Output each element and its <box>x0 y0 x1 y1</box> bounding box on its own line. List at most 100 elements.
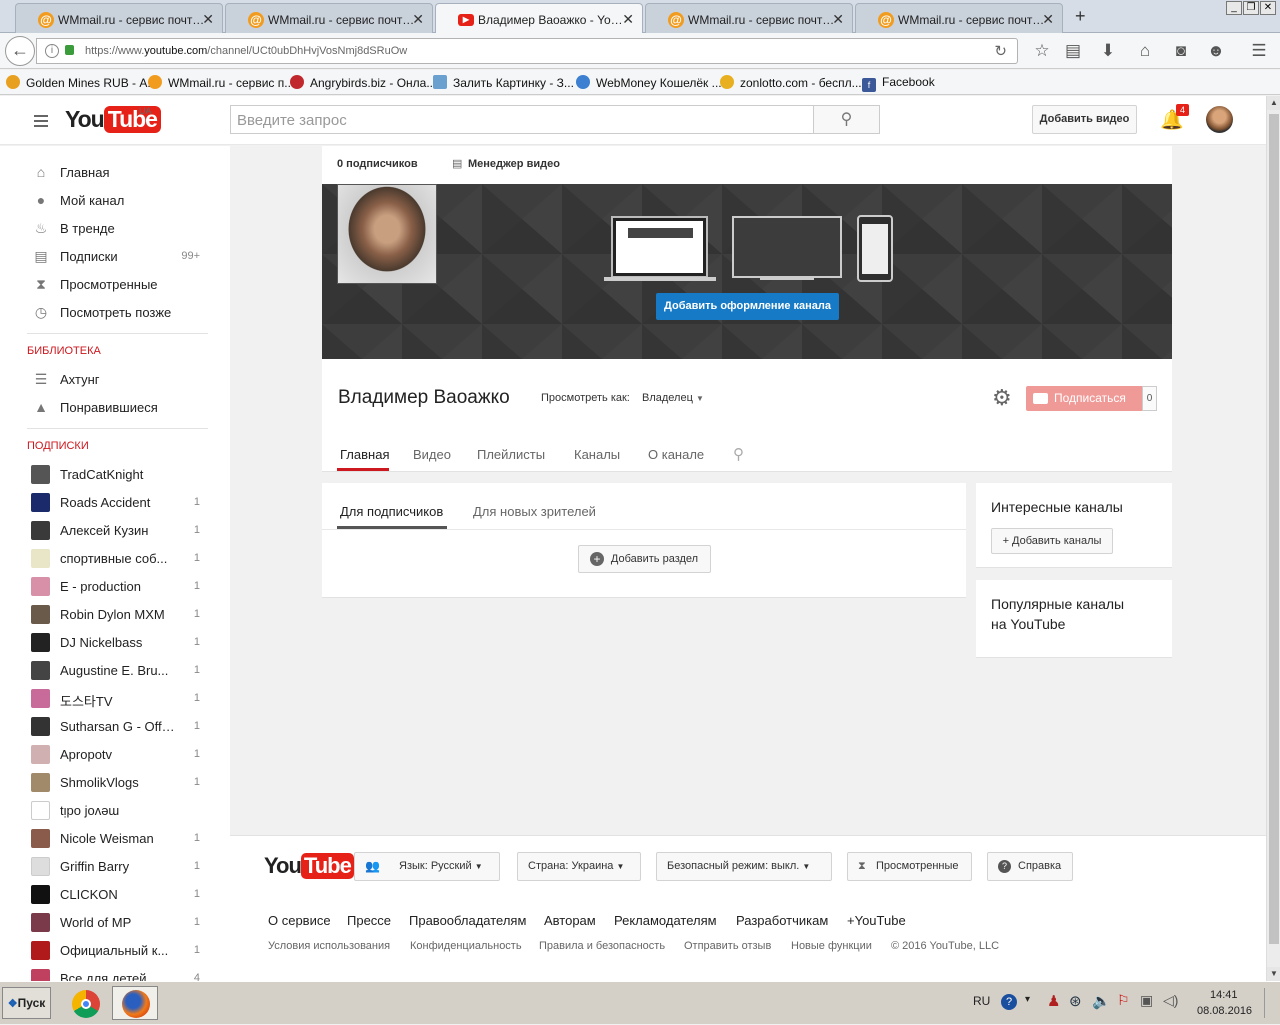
network-icon[interactable]: ▣ <box>1140 992 1153 1009</box>
sidebar-item-subscriptions[interactable]: ▤ Подписки 99+ <box>0 242 230 270</box>
network-warning-icon[interactable]: ⚐ <box>1117 992 1130 1009</box>
footer-link-new-features[interactable]: Новые функции <box>791 940 872 952</box>
reading-list-icon[interactable]: ▤ <box>1062 41 1084 61</box>
sidebar-subscription-item[interactable]: E - production 1 <box>0 572 230 600</box>
sidebar-subscription-item[interactable]: Roads Accident 1 <box>0 488 230 516</box>
language-indicator[interactable]: RU <box>973 994 990 1008</box>
sidebar-subscription-item[interactable]: Алексей Кузин 1 <box>0 516 230 544</box>
footer-link-press[interactable]: Прессе <box>347 913 391 928</box>
search-icon[interactable]: ⚲ <box>733 445 744 463</box>
footer-link-terms[interactable]: Условия использования <box>268 940 390 952</box>
avatar[interactable] <box>1206 106 1233 133</box>
restore-icon[interactable]: ❐ <box>1243 1 1259 15</box>
tab-videos[interactable]: Видео <box>413 447 451 462</box>
show-desktop-button[interactable] <box>1264 988 1276 1018</box>
sidebar-subscription-item[interactable]: Sutharsan G - Offi... 1 <box>0 712 230 740</box>
tray-app-icon[interactable]: ♟ <box>1047 992 1060 1010</box>
channel-avatar[interactable] <box>337 184 437 284</box>
sidebar-item-trending[interactable]: ♨ В тренде <box>0 214 230 242</box>
sidebar-subscription-item[interactable]: ShmolikVlogs 1 <box>0 768 230 796</box>
sidebar-subscription-item[interactable]: DJ Nickelbass 1 <box>0 628 230 656</box>
clock-time[interactable]: 14:41 <box>1210 989 1238 1001</box>
firefox-taskbar-button[interactable] <box>112 986 158 1020</box>
country-dropdown[interactable]: Страна: Украина ▼ <box>517 852 641 881</box>
sidebar-item-playlist[interactable]: ☰ Ахтунг <box>0 365 230 393</box>
sidebar-subscription-item[interactable]: Augustine E. Bru... 1 <box>0 656 230 684</box>
help-icon[interactable]: ? <box>1001 994 1017 1010</box>
sidebar-subscription-item[interactable]: Все для детей 4 <box>0 964 230 981</box>
bookmark-item[interactable]: Golden Mines RUB - А... <box>6 75 157 90</box>
page-scrollbar[interactable]: ▲ ▼ <box>1266 96 1280 981</box>
search-button[interactable]: ⚲ <box>813 105 880 134</box>
subscribe-button[interactable]: Подписаться <box>1026 386 1142 411</box>
browser-tab[interactable]: @ WMmail.ru - сервис почтовы... ✕ <box>15 3 223 33</box>
add-channels-button[interactable]: + Добавить каналы <box>991 528 1113 554</box>
footer-link-developers[interactable]: Разработчикам <box>736 913 828 928</box>
tab-for-subscribers[interactable]: Для подписчиков <box>340 504 443 519</box>
bookmark-item[interactable]: Angrybirds.biz - Онла... <box>290 75 436 90</box>
youtube-logo[interactable]: You Tube UA <box>65 106 161 133</box>
sidebar-item-watch-later[interactable]: ◷ Посмотреть позже <box>0 298 230 326</box>
start-button[interactable]: ❖Пуск <box>2 987 51 1019</box>
star-icon[interactable]: ☆ <box>1031 41 1053 61</box>
bookmark-item[interactable]: zonlotto.com - беспл... <box>720 75 862 90</box>
library-heading[interactable]: БИБЛИОТЕКА <box>27 345 101 357</box>
footer-link-policy[interactable]: Правила и безопасность <box>539 940 665 952</box>
steam-icon[interactable]: ⊛ <box>1069 992 1082 1010</box>
sidebar-subscription-item[interactable]: Robin Dylon MXM 1 <box>0 600 230 628</box>
video-manager-link[interactable]: Менеджер видео <box>468 158 560 170</box>
reload-icon[interactable]: ↻ <box>994 42 1007 60</box>
sidebar-subscription-item[interactable]: Apropotv 1 <box>0 740 230 768</box>
home-icon[interactable]: ⌂ <box>1134 41 1156 61</box>
volume-icon[interactable]: 🔈 <box>1092 992 1111 1010</box>
sidebar-item-history[interactable]: ⧗ Просмотренные <box>0 270 230 298</box>
browser-tab[interactable]: @ WMmail.ru - сервис почтовы... ✕ <box>855 3 1063 33</box>
minimize-icon[interactable]: _ <box>1226 1 1242 15</box>
add-section-button[interactable]: + Добавить раздел <box>578 545 711 573</box>
download-icon[interactable]: ⬇ <box>1097 41 1119 61</box>
browser-tab[interactable]: @ WMmail.ru - сервис почтовы... ✕ <box>225 3 433 33</box>
sidebar-subscription-item[interactable]: Официальный к... 1 <box>0 936 230 964</box>
sidebar-subscription-item[interactable]: World of MP 1 <box>0 908 230 936</box>
footer-link-about[interactable]: О сервисе <box>268 913 331 928</box>
subscriptions-heading[interactable]: ПОДПИСКИ <box>27 440 89 452</box>
close-icon[interactable]: ✕ <box>832 11 844 28</box>
tab-for-new-viewers[interactable]: Для новых зрителей <box>473 504 596 519</box>
search-input[interactable]: Введите запрос <box>230 105 814 134</box>
sidebar-item-liked[interactable]: ▲ Понравившиеся <box>0 393 230 421</box>
footer-link-privacy[interactable]: Конфиденциальность <box>410 940 522 952</box>
view-as-dropdown[interactable]: Владелец ▼ <box>642 392 704 404</box>
scrollbar-thumb[interactable] <box>1269 114 1279 944</box>
footer-link-advertise[interactable]: Рекламодателям <box>614 913 717 928</box>
popular-channels-title[interactable]: Популярные каналы <box>991 596 1124 612</box>
tab-playlists[interactable]: Плейлисты <box>477 447 545 462</box>
footer-link-creators[interactable]: Авторам <box>544 913 596 928</box>
language-dropdown[interactable]: 👥 Язык: Русский ▼ <box>354 852 500 881</box>
chat-icon[interactable]: ☻ <box>1205 41 1227 61</box>
sidebar-subscription-item[interactable]: Nicole Weisman 1 <box>0 824 230 852</box>
clock-date[interactable]: 08.08.2016 <box>1197 1005 1252 1017</box>
footer-link-feedback[interactable]: Отправить отзыв <box>684 940 771 952</box>
chrome-taskbar-button[interactable] <box>62 986 108 1020</box>
sidebar-subscription-item[interactable]: Griffin Barry 1 <box>0 852 230 880</box>
gear-icon[interactable]: ⚙ <box>992 385 1012 411</box>
sidebar-item-home[interactable]: ⌂ Главная <box>0 158 230 186</box>
history-button[interactable]: ⧗ Просмотренные <box>847 852 972 881</box>
close-icon[interactable]: ✕ <box>622 11 634 28</box>
browser-tab-active[interactable]: ▶ Владимер Ваоажко - YouTube ✕ <box>435 3 643 33</box>
popular-channels-title-line2[interactable]: на YouTube <box>991 616 1065 632</box>
add-video-button[interactable]: Добавить видео <box>1032 105 1137 134</box>
menu-icon[interactable]: ☰ <box>1248 41 1270 61</box>
pocket-icon[interactable]: ◙ <box>1170 41 1192 61</box>
info-icon[interactable]: i <box>45 44 59 58</box>
close-icon[interactable]: ✕ <box>412 11 424 28</box>
scroll-up-icon[interactable]: ▲ <box>1267 96 1280 110</box>
tray-expand-icon[interactable]: ▾ <box>1025 994 1030 1005</box>
speaker-icon[interactable]: ◁) <box>1163 992 1178 1009</box>
browser-tab[interactable]: @ WMmail.ru - сервис почтовы... ✕ <box>645 3 853 33</box>
bookmark-item[interactable]: WMmail.ru - сервис п... <box>148 75 294 90</box>
close-icon[interactable]: ✕ <box>202 11 214 28</box>
sidebar-subscription-item[interactable]: спортивные соб... 1 <box>0 544 230 572</box>
footer-link-copyright[interactable]: Правообладателям <box>409 913 526 928</box>
sidebar-subscription-item[interactable]: CLICKON 1 <box>0 880 230 908</box>
